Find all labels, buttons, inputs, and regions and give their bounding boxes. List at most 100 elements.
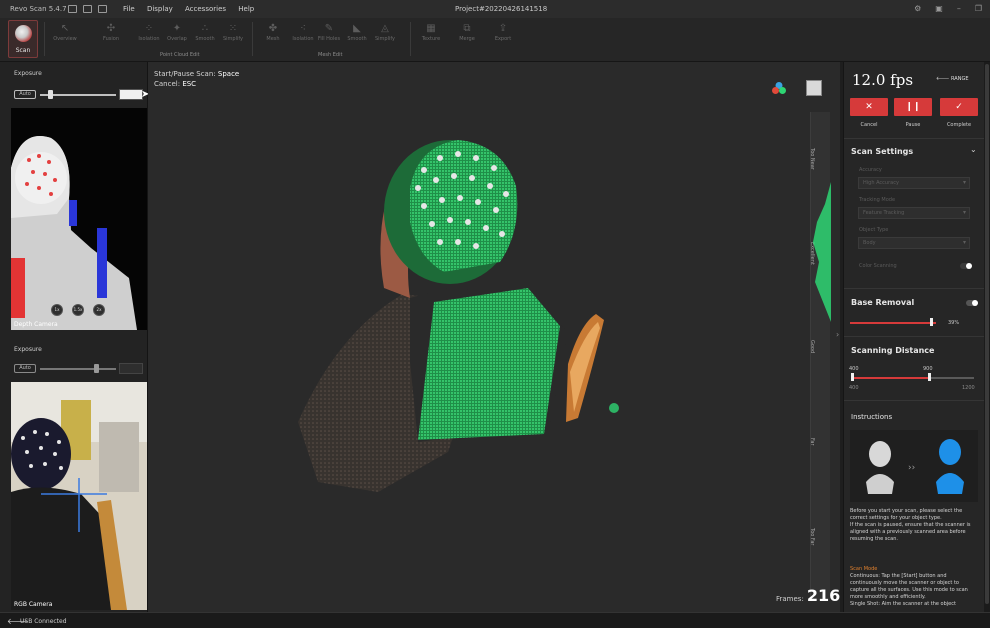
simplify-icon: ⁙ <box>228 23 238 34</box>
tracking-mode-select[interactable]: Feature Tracking <box>858 207 970 219</box>
merge-icon: ⧉ <box>463 23 471 34</box>
frames-counter: Frames: 216 <box>776 586 840 605</box>
cancel-scan-button[interactable]: ✕ <box>850 98 888 116</box>
tracking-mode-label: Tracking Mode <box>859 197 896 203</box>
fusion-button[interactable]: ✣ Fusion <box>96 22 126 48</box>
depth-histogram <box>813 182 831 322</box>
distance-max-knob[interactable] <box>928 373 931 381</box>
save-icon[interactable] <box>83 5 92 13</box>
texture-icon: ▦ <box>426 23 436 34</box>
home-icon[interactable] <box>68 5 77 13</box>
export-button[interactable]: ⇪ Export <box>488 22 518 48</box>
check-icon: ✓ <box>955 102 963 112</box>
scanning-distance-section: Scanning Distance 400 900 400 1200 <box>844 336 984 400</box>
exposure-title-rgb: Exposure <box>14 346 42 353</box>
right-panel-scrollbar[interactable] <box>984 62 990 612</box>
complete-scan-button[interactable]: ✓ <box>940 98 978 116</box>
orientation-cube-icon[interactable] <box>806 80 822 96</box>
menu-accessories[interactable]: Accessories <box>185 5 226 13</box>
auto-exposure-rgb-button[interactable]: Auto <box>14 364 36 373</box>
mesh-simplify-button[interactable]: ◬ Simplify <box>370 22 400 48</box>
instructions-title: Instructions <box>851 413 893 421</box>
mesh-icon: ✤ <box>268 23 278 34</box>
fusion-icon: ✣ <box>106 23 116 34</box>
complete-label: Complete <box>946 122 972 128</box>
instructions-illustration: ›› <box>850 430 978 502</box>
smooth-icon: ◣ <box>353 23 361 34</box>
instructions-text-1: Before you start your scan, please selec… <box>850 508 963 521</box>
scan-mode-title: Scan Mode <box>850 566 878 572</box>
chevron-down-icon[interactable]: ⌄ <box>970 145 977 154</box>
app-name: Revo Scan 5.4.7 <box>10 5 67 13</box>
mesh-button[interactable]: ✤ Mesh <box>258 22 288 48</box>
zoom-1-5x-button[interactable]: 1.5x <box>72 304 84 316</box>
menu-display[interactable]: Display <box>147 5 173 13</box>
menu-help[interactable]: Help <box>238 5 254 13</box>
pc-simplify-button[interactable]: ⁙ Simplify <box>218 22 248 48</box>
zoom-2x-button[interactable]: 2x <box>93 304 105 316</box>
svg-text:››: ›› <box>908 463 915 473</box>
back-arrow-icon: 🡐 <box>936 76 950 82</box>
pc-smooth-button[interactable]: ∴ Smooth <box>190 22 220 48</box>
exposure-rgb-slider-knob[interactable] <box>94 364 99 373</box>
mesh-smooth-button[interactable]: ◣ Smooth <box>342 22 372 48</box>
exposure-rgb-slider[interactable] <box>40 368 116 370</box>
accuracy-label: Accuracy <box>859 167 882 173</box>
distance-slider-range[interactable] <box>852 377 930 379</box>
menu-bar: File Display Accessories Help <box>113 5 254 13</box>
color-scanning-toggle[interactable] <box>960 263 972 269</box>
merge-button[interactable]: ⧉ Merge <box>452 22 482 48</box>
toolbar-divider <box>410 22 411 56</box>
menu-file[interactable]: File <box>123 5 135 13</box>
toolbar-divider <box>252 22 253 56</box>
fps-readout: 12.0 fps <box>852 71 914 89</box>
rgb-image <box>11 382 147 610</box>
folder-icon[interactable] <box>98 5 107 13</box>
window-controls: ⚙ ▣ – ❐ <box>914 4 982 13</box>
distance-range-min: 400 <box>849 385 859 391</box>
exposure-slider-knob[interactable] <box>48 90 53 99</box>
revo-scan-window: Revo Scan 5.4.7 File Display Accessories… <box>0 0 990 628</box>
scrollbar-thumb[interactable] <box>985 64 989 604</box>
color-palette-icon[interactable] <box>772 82 786 94</box>
cancel-label: Cancel <box>860 122 878 128</box>
instructions-text-2: If the scan is paused, ensure that the s… <box>850 522 971 542</box>
pause-scan-button[interactable]: ❙❙ <box>894 98 932 116</box>
exposure-rgb-value-field[interactable] <box>119 363 143 374</box>
point-cloud-render <box>298 140 619 492</box>
restore-icon[interactable]: ❐ <box>975 4 982 13</box>
distance-lower-value: 400 <box>849 366 859 372</box>
collapse-right-panel-icon[interactable]: › <box>836 330 839 339</box>
base-removal-value[interactable]: 39% <box>948 320 959 326</box>
scan-settings-title[interactable]: Scan Settings <box>851 147 913 156</box>
3d-viewport[interactable]: Start/Pause Scan: Space Cancel: ESC Too … <box>148 62 840 612</box>
object-type-label: Object Type <box>859 227 889 233</box>
minimize-icon[interactable]: – <box>957 4 961 13</box>
object-type-select[interactable]: Body <box>858 237 970 249</box>
layout-icon[interactable]: ▣ <box>935 4 943 13</box>
color-scanning-label: Color Scanning <box>859 263 897 269</box>
exposure-title: Exposure <box>14 70 42 77</box>
scan-button[interactable]: Scan <box>8 20 38 58</box>
zoom-1x-button[interactable]: 1x <box>51 304 63 316</box>
toolbar: Scan ↖ Overview ✣ Fusion ⁘ Isolation ✦ Overl… <box>0 18 990 62</box>
distance-min-knob[interactable] <box>851 373 854 381</box>
pause-icon: ❙❙ <box>905 102 921 112</box>
base-removal-toggle[interactable] <box>966 300 978 306</box>
texture-button[interactable]: ▦ Texture <box>416 22 446 48</box>
settings-icon[interactable]: ⚙ <box>914 4 921 13</box>
range-button[interactable]: 🡐 RANGE <box>936 73 978 85</box>
fill-holes-button[interactable]: ✎ Fill Holes <box>314 22 344 48</box>
auto-exposure-button[interactable]: Auto <box>14 90 36 99</box>
overlap-button[interactable]: ✦ Overlap <box>162 22 192 48</box>
distance-quality-bar: Too Near Excellent Good Far Too Far <box>809 112 831 600</box>
overview-button[interactable]: ↖ Overview <box>50 22 80 48</box>
pc-isolation-button[interactable]: ⁘ Isolation <box>134 22 164 48</box>
scan-mode-text-2: Single Shot: Aim the scanner at the obje… <box>850 601 956 607</box>
accuracy-select[interactable]: High Accuracy <box>858 177 970 189</box>
fill-holes-icon: ✎ <box>324 23 334 34</box>
base-removal-slider[interactable] <box>850 322 936 324</box>
base-removal-knob[interactable] <box>930 318 933 326</box>
exposure-value-field[interactable] <box>119 89 143 100</box>
rgb-camera-label: RGB Camera <box>14 601 53 608</box>
